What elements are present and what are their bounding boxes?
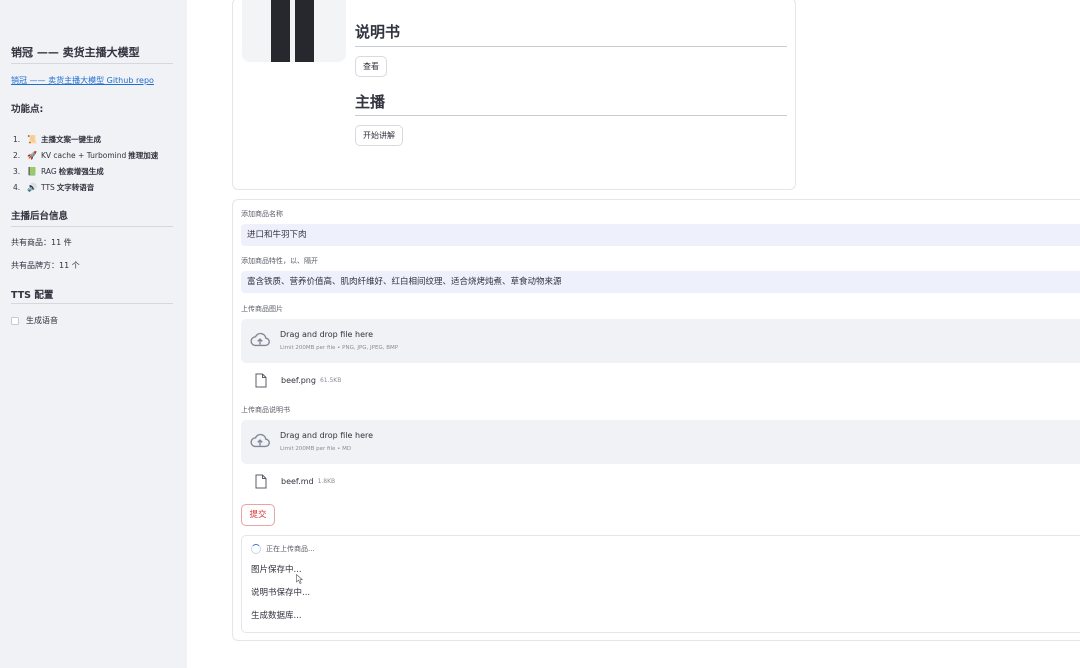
sidebar: 销冠 —— 卖货主播大模型 销冠 —— 卖货主播大模型 Github repo … bbox=[0, 0, 187, 668]
status-line: 图片保存中... bbox=[251, 565, 302, 575]
product-image bbox=[242, 0, 346, 62]
submit-button[interactable]: 提交 bbox=[241, 504, 275, 526]
divider bbox=[11, 63, 173, 64]
checkbox-label: 生成语音 bbox=[26, 316, 58, 325]
book-icon: 📗 bbox=[27, 167, 37, 176]
list-item: 4. 🔊 TTS 文字转语音 bbox=[13, 180, 158, 196]
divider bbox=[355, 115, 787, 116]
list-item: 2. 🚀 KV cache + Turbomind 推理加速 bbox=[13, 148, 158, 164]
manual-dropzone[interactable]: Drag and drop file here Limit 200MB per … bbox=[241, 420, 1080, 464]
start-button[interactable]: 开始讲解 bbox=[355, 125, 403, 146]
list-item: 3. 📗 RAG 检索增强生成 bbox=[13, 164, 158, 180]
file-icon bbox=[255, 373, 267, 388]
backend-heading: 主播后台信息 bbox=[11, 211, 69, 222]
name-label: 添加商品名称 bbox=[241, 210, 283, 218]
manual-title: 说明书 bbox=[355, 23, 401, 41]
list-number: 3. bbox=[13, 167, 21, 176]
features-input[interactable]: 富含铁质、营养价值高、肌肉纤维好、红白相间纹理、适合烧烤炖煮、草食动物来源 bbox=[241, 271, 1080, 293]
feature-text: TTS bbox=[41, 183, 55, 192]
status-header: 正在上传商品... bbox=[266, 545, 315, 553]
feature-label: 检索增强生成 bbox=[58, 167, 104, 176]
file-name: beef.md bbox=[281, 477, 314, 486]
scroll-icon: 📜 bbox=[27, 135, 37, 144]
features-heading: 功能点: bbox=[11, 104, 44, 115]
checkbox-box[interactable] bbox=[11, 316, 19, 325]
feature-text: RAG bbox=[41, 167, 57, 176]
image-dropzone[interactable]: Drag and drop file here Limit 200MB per … bbox=[241, 319, 1080, 363]
speaker-icon: 🔊 bbox=[27, 183, 37, 192]
divider bbox=[11, 303, 173, 304]
spinner-icon bbox=[251, 544, 261, 554]
brand-count: 共有品牌方：11 个 bbox=[11, 261, 80, 270]
uploaded-file: beef.png 61.5KB bbox=[255, 373, 341, 388]
feature-label: 推理加速 bbox=[128, 151, 159, 160]
features-label: 添加商品特性，以、隔开 bbox=[241, 257, 318, 265]
feature-label: 文字转语音 bbox=[56, 183, 95, 192]
product-count: 共有商品：11 件 bbox=[11, 238, 72, 247]
file-icon bbox=[255, 474, 267, 489]
list-number: 1. bbox=[13, 135, 21, 144]
anchor-title: 主播 bbox=[355, 93, 386, 111]
status-line: 生成数据库... bbox=[251, 611, 302, 621]
manual-upload-label: 上传商品说明书 bbox=[241, 406, 290, 414]
mouse-cursor-icon bbox=[296, 574, 303, 584]
upload-status-panel bbox=[241, 535, 1080, 633]
feature-label: 主播文案一键生成 bbox=[41, 135, 101, 144]
list-number: 2. bbox=[13, 151, 21, 160]
image-upload-label: 上传商品图片 bbox=[241, 305, 283, 313]
features-list: 1. 📜 主播文案一键生成 2. 🚀 KV cache + Turbomind … bbox=[13, 132, 158, 196]
dropzone-limit: Limit 200MB per file • PNG, JPG, JPEG, B… bbox=[280, 345, 399, 351]
cloud-upload-icon bbox=[250, 433, 270, 448]
repo-link[interactable]: 销冠 —— 卖货主播大模型 Github repo bbox=[11, 75, 154, 86]
dropzone-text: Drag and drop file here bbox=[280, 431, 374, 440]
file-size: 1.8KB bbox=[317, 478, 336, 485]
tts-heading: TTS 配置 bbox=[11, 290, 54, 301]
tts-checkbox[interactable]: 生成语音 bbox=[11, 315, 58, 326]
cloud-upload-icon bbox=[250, 332, 270, 347]
feature-text: KV cache + Turbomind bbox=[41, 151, 127, 160]
list-number: 4. bbox=[13, 183, 21, 192]
list-item: 1. 📜 主播文案一键生成 bbox=[13, 132, 158, 148]
dropzone-limit: Limit 200MB per file • MD bbox=[280, 446, 352, 452]
view-button[interactable]: 查看 bbox=[355, 56, 387, 77]
rocket-icon: 🚀 bbox=[27, 151, 37, 160]
status-line: 说明书保存中... bbox=[251, 588, 311, 598]
file-size: 61.5KB bbox=[319, 377, 342, 384]
file-name: beef.png bbox=[281, 376, 316, 385]
dropzone-text: Drag and drop file here bbox=[280, 330, 374, 339]
uploaded-file: beef.md 1.8KB bbox=[255, 474, 335, 489]
sidebar-title: 销冠 —— 卖货主播大模型 bbox=[11, 46, 140, 59]
name-input[interactable]: 进口和牛羽下肉 bbox=[241, 224, 1080, 246]
divider bbox=[355, 46, 787, 47]
divider bbox=[11, 226, 173, 227]
